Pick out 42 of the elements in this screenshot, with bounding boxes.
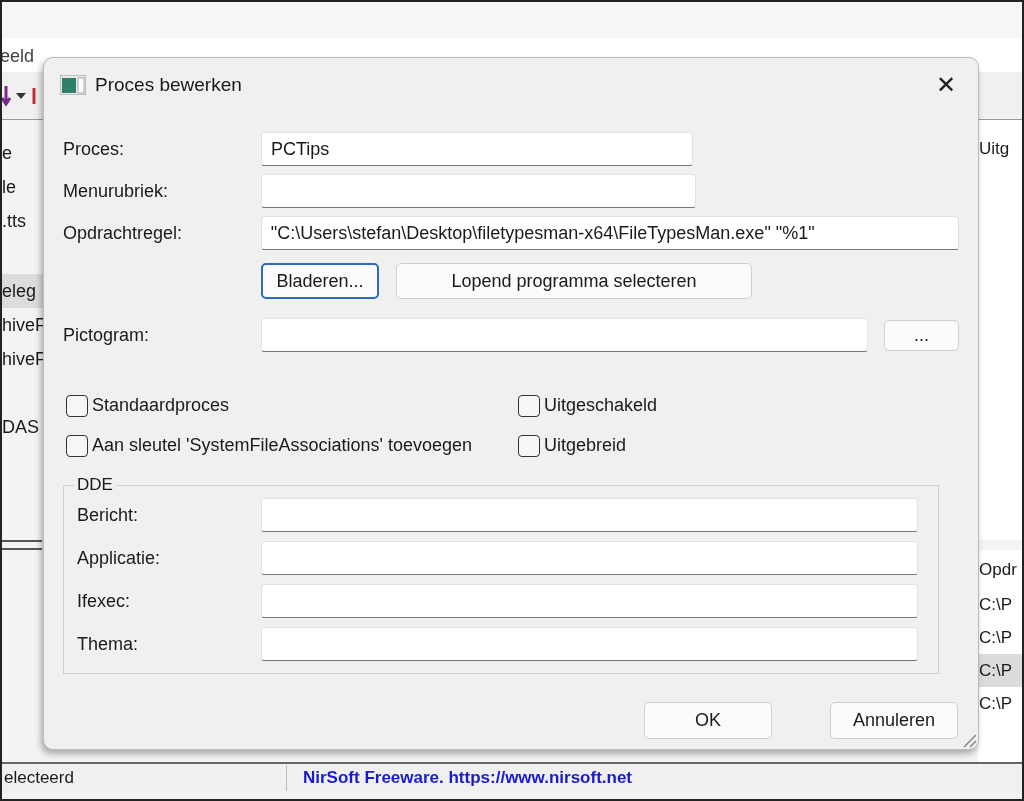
button[interactable]: Lopend programma selecteren [396, 263, 752, 299]
arrow-down-icon[interactable] [2, 83, 28, 108]
field-label: Opdrachtregel: [63, 221, 184, 245]
field-label: Ifexec: [77, 589, 132, 613]
input-field[interactable] [261, 627, 918, 661]
resize-grip-icon[interactable] [961, 732, 977, 748]
field-label: Thema: [77, 632, 140, 656]
input-field[interactable] [261, 498, 918, 532]
checkbox[interactable] [518, 434, 540, 457]
browse-button[interactable]: ... [884, 319, 959, 351]
list-item[interactable]: C:\P [978, 654, 1022, 687]
list-item[interactable]: C:\P [978, 687, 1022, 720]
field-label: Pictogram: [63, 323, 151, 347]
field-label: Menurubriek: [63, 179, 170, 203]
checkbox-label: Aan sleutel 'SystemFileAssociations' toevoegen [92, 434, 473, 457]
input-field[interactable] [261, 541, 918, 575]
button[interactable]: OK [644, 702, 772, 739]
checkbox-label: Uitgebreid [544, 434, 627, 457]
checkbox[interactable] [66, 434, 88, 457]
input-field[interactable]: "C:\Users\stefan\Desktop\filetypesman-x64\FileTypesMan.exe" "%1" [260, 216, 959, 250]
checkbox-label: Standaardproces [92, 394, 230, 417]
input-field[interactable]: PCTips [261, 132, 693, 166]
field-label: Bericht: [77, 503, 140, 527]
website-link[interactable]: NirSoft Freeware. https://www.nirsoft.net [287, 765, 632, 791]
window-title: Proces bewerken [95, 72, 242, 97]
button[interactable]: Annuleren [830, 702, 958, 739]
checkbox[interactable] [66, 394, 88, 417]
checkbox-label: Uitgeschakeld [544, 394, 658, 417]
field-label: Applicatie: [77, 546, 162, 570]
button[interactable]: Bladeren... [261, 263, 379, 299]
list-item[interactable]: C:\P [978, 621, 1022, 654]
input-field[interactable] [261, 174, 696, 208]
column-header[interactable]: Opdr [978, 552, 1022, 588]
list-item[interactable]: C:\P [978, 588, 1022, 621]
column-header[interactable]: Uitg [978, 139, 1010, 158]
input-field[interactable] [261, 584, 918, 618]
status-text: electeerd [2, 765, 287, 791]
window-icon [60, 75, 86, 95]
close-button[interactable]: ✕ [932, 73, 960, 97]
input-field[interactable] [261, 318, 868, 352]
field-label: Proces: [63, 137, 126, 161]
checkbox[interactable] [518, 394, 540, 417]
